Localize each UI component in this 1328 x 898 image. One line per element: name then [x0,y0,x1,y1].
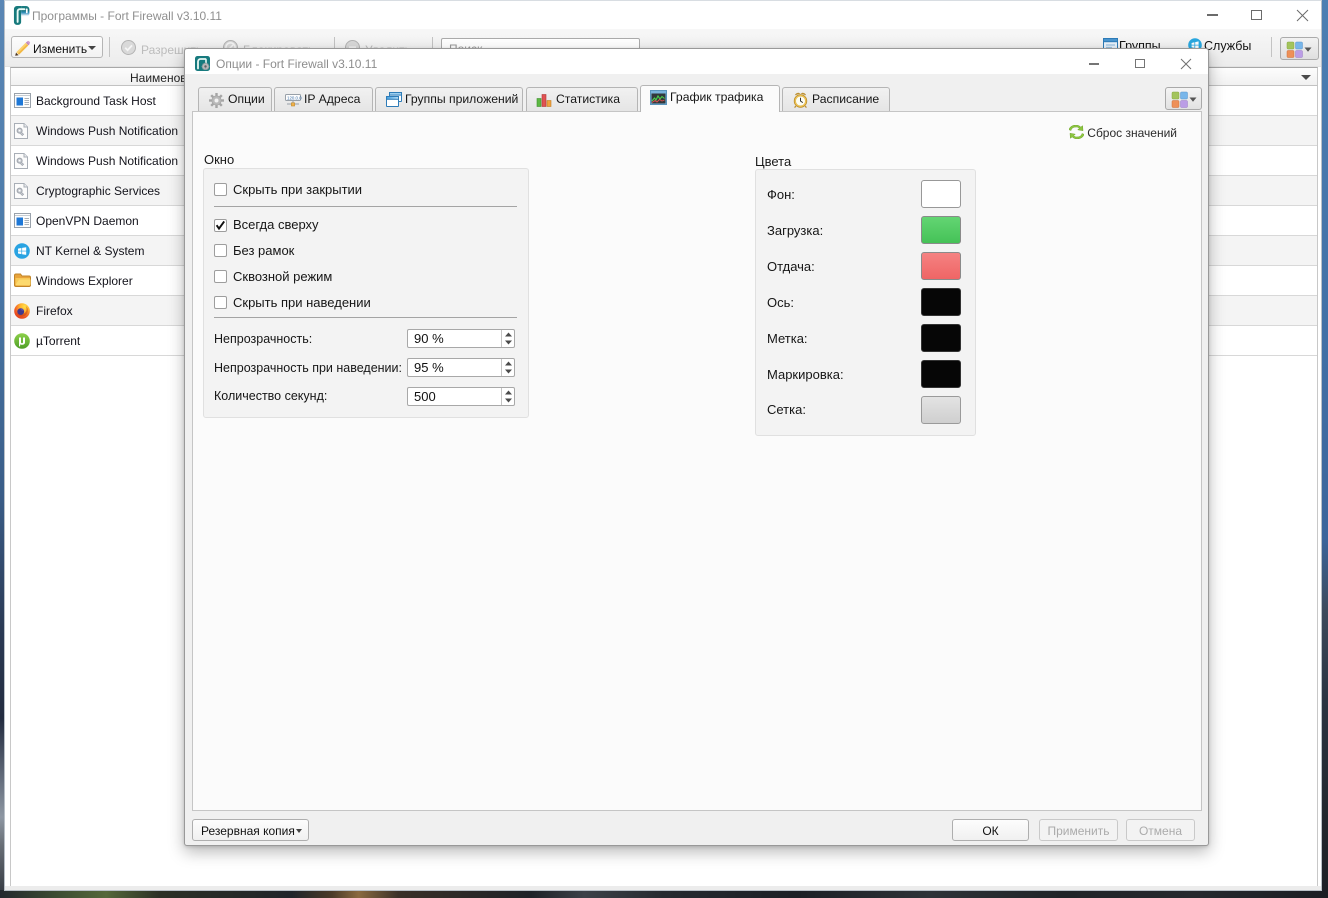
svg-text:120.0.0.1: 120.0.0.1 [287,96,302,101]
